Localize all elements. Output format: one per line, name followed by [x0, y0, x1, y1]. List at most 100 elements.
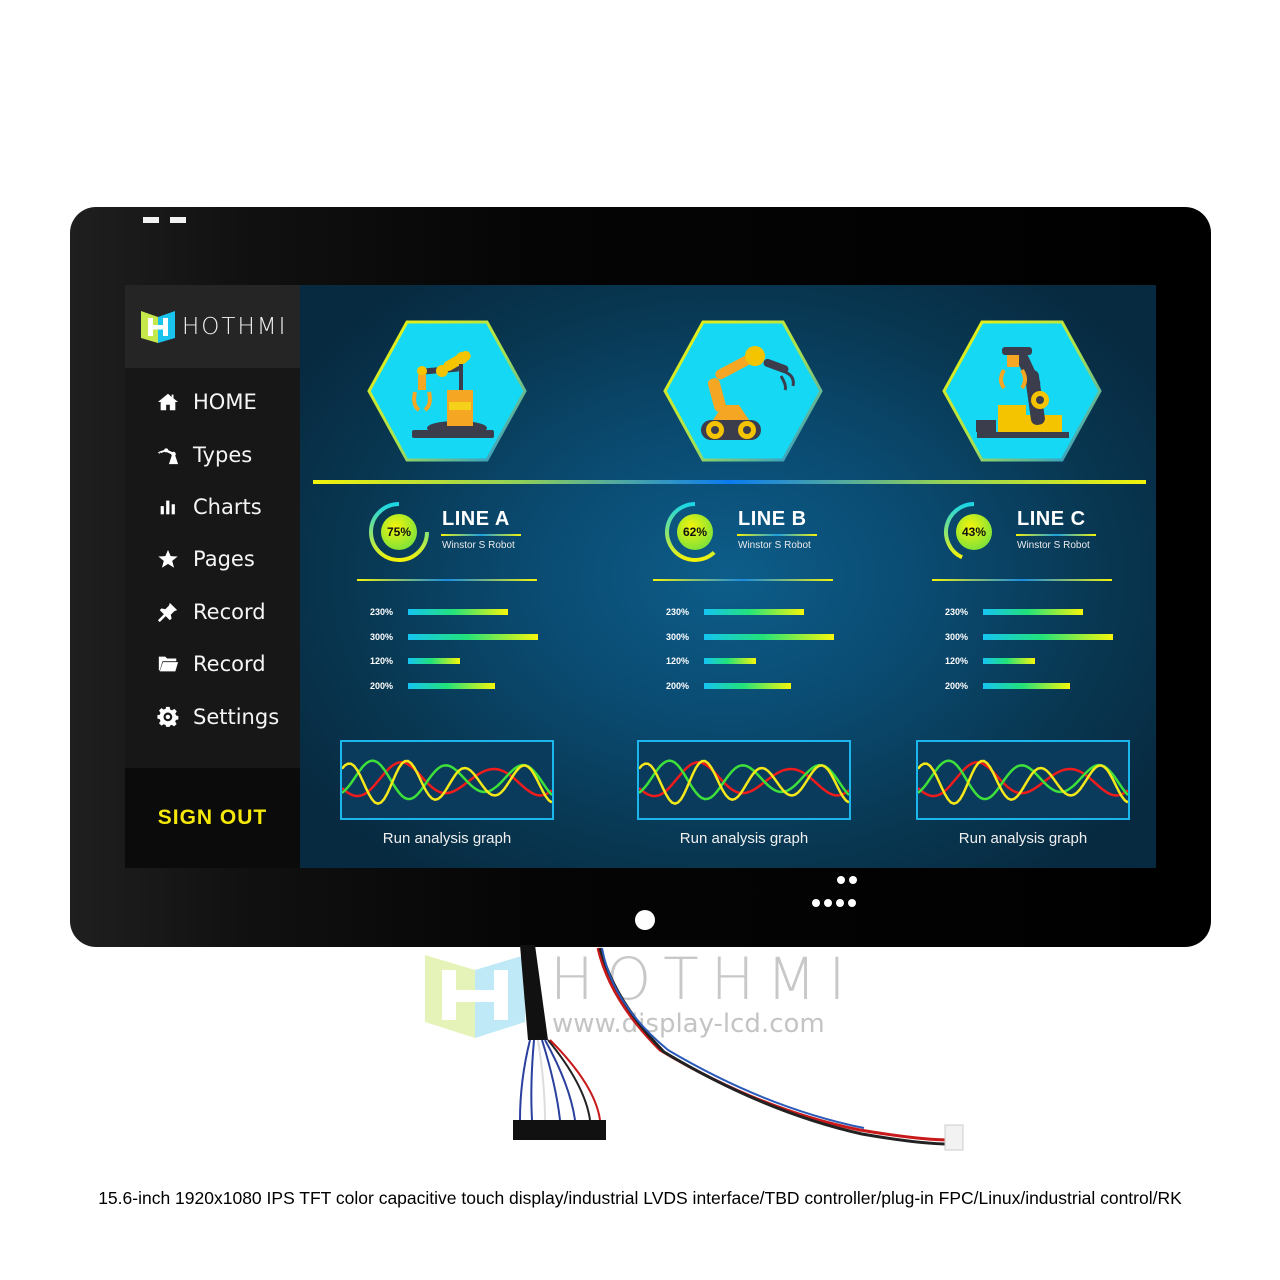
- graph-label: Run analysis graph: [679, 830, 809, 847]
- indicator-dot: [848, 899, 856, 907]
- bar-fill: [408, 609, 508, 616]
- bar-fill: [704, 658, 756, 665]
- bar-list: 230% 300% 120% 200%: [370, 600, 538, 698]
- folder-icon: [156, 652, 180, 676]
- bar-chart-icon: [156, 495, 180, 519]
- graph-series-line: [341, 759, 553, 806]
- bar-row: 300%: [370, 625, 538, 650]
- bar-label: 120%: [945, 656, 969, 667]
- bar-row: 300%: [945, 625, 1113, 650]
- title-underline: [441, 534, 521, 536]
- sensor-slot: [143, 217, 159, 223]
- indicator-dot: [837, 876, 845, 884]
- bar-label: 230%: [370, 607, 394, 618]
- sidebar-item-types[interactable]: Types: [125, 428, 300, 480]
- bar-fill: [408, 682, 495, 689]
- gauge-value: 62%: [682, 525, 708, 539]
- watermark-logo-icon: [425, 955, 525, 1038]
- industrial-robot-arm-icon: [367, 320, 527, 462]
- line-title: LINE C: [1017, 508, 1086, 530]
- robot-card-c[interactable]: [942, 320, 1102, 462]
- bar-label: 230%: [945, 607, 969, 618]
- run-analysis-graph-b[interactable]: [637, 740, 851, 820]
- graph-series-line: [638, 759, 850, 806]
- run-analysis-graph-c[interactable]: [916, 740, 1130, 820]
- indicator-dot: [824, 899, 832, 907]
- bar-row: 300%: [666, 625, 834, 650]
- progress-gauge: 75%: [367, 500, 431, 564]
- sidebar-item-label: Record: [193, 652, 266, 677]
- sidebar-item-settings[interactable]: Settings: [125, 690, 300, 742]
- bar-label: 120%: [370, 656, 394, 667]
- gripper-robot-arm-icon: [942, 320, 1102, 462]
- watermark: HOTHMI www.display-lcd.com: [420, 945, 845, 1045]
- bar-list: 230% 300% 120% 200%: [945, 600, 1113, 698]
- sidebar-item-label: Types: [193, 442, 253, 467]
- panel-divider: [653, 579, 833, 581]
- sidebar-item-record-folder[interactable]: Record: [125, 638, 300, 690]
- dashboard-main: 75% LINE A Winstor S Robot 230% 300% 120…: [300, 285, 1156, 868]
- star-icon: [156, 547, 180, 571]
- run-analysis-graph-a[interactable]: [340, 740, 554, 820]
- bar-row: 120%: [945, 649, 1113, 674]
- bar-row: 200%: [945, 674, 1113, 699]
- power-cable-red: [596, 947, 951, 1142]
- sidebar-item-label: Settings: [193, 704, 280, 729]
- sign-out-button[interactable]: SIGN OUT: [125, 768, 300, 868]
- bar-row: 120%: [370, 649, 538, 674]
- home-button[interactable]: [635, 910, 655, 930]
- graph-label: Run analysis graph: [958, 830, 1088, 847]
- bar-label: 120%: [666, 656, 690, 667]
- robot-card-b[interactable]: [663, 320, 823, 462]
- lvds-cable-sleeve: [520, 945, 548, 1040]
- sidebar-item-label: Pages: [193, 547, 255, 572]
- sidebar-item-label: Record: [193, 599, 266, 624]
- progress-gauge: 62%: [663, 500, 727, 564]
- graph-series-line: [917, 759, 1129, 806]
- title-underline: [737, 534, 817, 536]
- watermark-url: www.display-lcd.com: [552, 1009, 825, 1039]
- sidebar-item-record-pin[interactable]: Record: [125, 586, 300, 638]
- robot-arm-icon: [156, 443, 180, 467]
- bar-row: 120%: [666, 649, 834, 674]
- bar-row: 230%: [945, 600, 1113, 625]
- line-title: LINE A: [442, 508, 510, 530]
- sidebar-nav: HOME Types Charts Pages Record Record Se…: [125, 368, 300, 743]
- hothmi-logo-icon: [139, 308, 177, 346]
- power-cable-blue: [601, 947, 865, 1129]
- panel-divider: [357, 579, 537, 581]
- bar-label: 300%: [666, 631, 690, 642]
- robot-card-a[interactable]: [367, 320, 527, 462]
- sidebar-item-label: Charts: [193, 494, 262, 519]
- bar-label: 300%: [370, 631, 394, 642]
- bar-fill: [704, 633, 834, 640]
- sidebar-item-home[interactable]: HOME: [125, 376, 300, 428]
- watermark-brand: HOTHMI: [550, 945, 858, 1013]
- bar-fill: [704, 609, 804, 616]
- bar-label: 200%: [370, 680, 394, 691]
- bar-fill: [408, 633, 538, 640]
- power-connector: [944, 1124, 964, 1151]
- hmi-screen: HOTHMI HOME Types Charts Pages Record Re…: [125, 285, 1156, 868]
- gear-icon: [156, 705, 180, 729]
- power-cable-black: [598, 947, 951, 1146]
- pin-icon: [156, 600, 180, 624]
- sidebar-item-pages[interactable]: Pages: [125, 533, 300, 585]
- bar-fill: [983, 609, 1083, 616]
- panel-divider: [932, 579, 1112, 581]
- brand-name: HOTHMI: [182, 313, 288, 340]
- indicator-dot: [849, 876, 857, 884]
- product-caption: 15.6-inch 1920x1080 IPS TFT color capaci…: [98, 1188, 1182, 1208]
- line-subtitle: Winstor S Robot: [442, 540, 515, 551]
- bar-fill: [408, 658, 460, 665]
- lvds-connector: [513, 1120, 606, 1140]
- bar-fill: [983, 633, 1113, 640]
- section-divider: [313, 480, 1146, 484]
- sidebar-item-charts[interactable]: Charts: [125, 481, 300, 533]
- line-subtitle: Winstor S Robot: [738, 540, 811, 551]
- bar-list: 230% 300% 120% 200%: [666, 600, 834, 698]
- lvds-wires: [519, 1039, 601, 1121]
- bar-row: 230%: [370, 600, 538, 625]
- bar-label: 300%: [945, 631, 969, 642]
- sidebar-item-label: HOME: [193, 390, 257, 415]
